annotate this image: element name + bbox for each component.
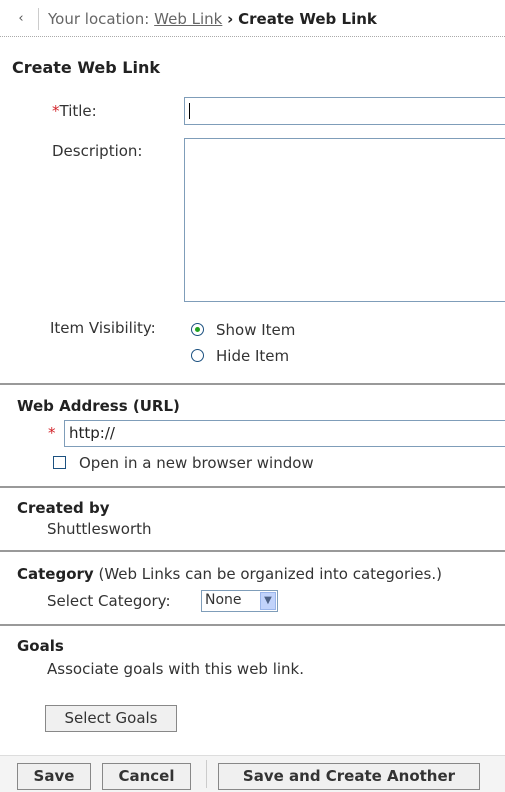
show-item-label[interactable]: Show Item <box>216 321 295 339</box>
url-input-value: http:// <box>69 424 115 442</box>
select-goals-button[interactable]: Select Goals <box>45 705 177 732</box>
section-divider <box>0 550 505 552</box>
url-input[interactable]: http:// <box>64 420 505 447</box>
save-button[interactable]: Save <box>17 763 91 790</box>
cancel-button[interactable]: Cancel <box>102 763 191 790</box>
text-cursor <box>189 103 190 119</box>
category-heading: Category <box>17 565 94 583</box>
radio-selected-dot <box>195 327 200 332</box>
title-input[interactable] <box>184 97 505 125</box>
save-and-create-another-button[interactable]: Save and Create Another <box>218 763 480 790</box>
required-marker: * <box>48 424 56 442</box>
web-address-heading: Web Address (URL) <box>17 397 180 415</box>
required-marker: * <box>52 102 60 120</box>
breadcrumb-current: Create Web Link <box>238 10 377 28</box>
chevron-down-icon[interactable]: ▼ <box>260 592 276 610</box>
category-select[interactable]: None ▼ <box>201 590 278 612</box>
created-by-heading: Created by <box>17 499 110 517</box>
section-divider <box>0 383 505 385</box>
breadcrumb-separator: › <box>227 10 234 28</box>
breadcrumb-prefix: Your location: <box>48 10 150 28</box>
goals-description: Associate goals with this web link. <box>47 660 305 678</box>
breadcrumb-link-web-link[interactable]: Web Link <box>154 10 222 28</box>
back-arrow-icon[interactable]: ‹ <box>12 11 30 27</box>
category-note: (Web Links can be organized into categor… <box>98 565 442 583</box>
breadcrumb: Your location: Web Link › Create Web Lin… <box>48 10 377 28</box>
select-category-label: Select Category: <box>47 592 171 610</box>
action-divider <box>206 760 207 788</box>
creator-name: Shuttlesworth <box>47 520 152 538</box>
hide-item-label[interactable]: Hide Item <box>216 347 289 365</box>
goals-heading: Goals <box>17 637 64 655</box>
page-title: Create Web Link <box>12 58 161 77</box>
hide-item-radio[interactable] <box>191 349 204 362</box>
new-window-label[interactable]: Open in a new browser window <box>79 454 314 472</box>
show-item-radio[interactable] <box>191 323 204 336</box>
breadcrumb-divider <box>38 8 39 30</box>
section-divider <box>0 624 505 626</box>
description-textarea[interactable] <box>184 138 505 302</box>
section-divider <box>0 486 505 488</box>
category-select-value: None <box>205 592 242 608</box>
title-label: *Title: <box>52 102 97 120</box>
visibility-label: Item Visibility: <box>50 319 156 337</box>
new-window-checkbox[interactable] <box>53 456 66 469</box>
category-heading-row: Category (Web Links can be organized int… <box>17 565 442 583</box>
description-label: Description: <box>52 142 143 160</box>
